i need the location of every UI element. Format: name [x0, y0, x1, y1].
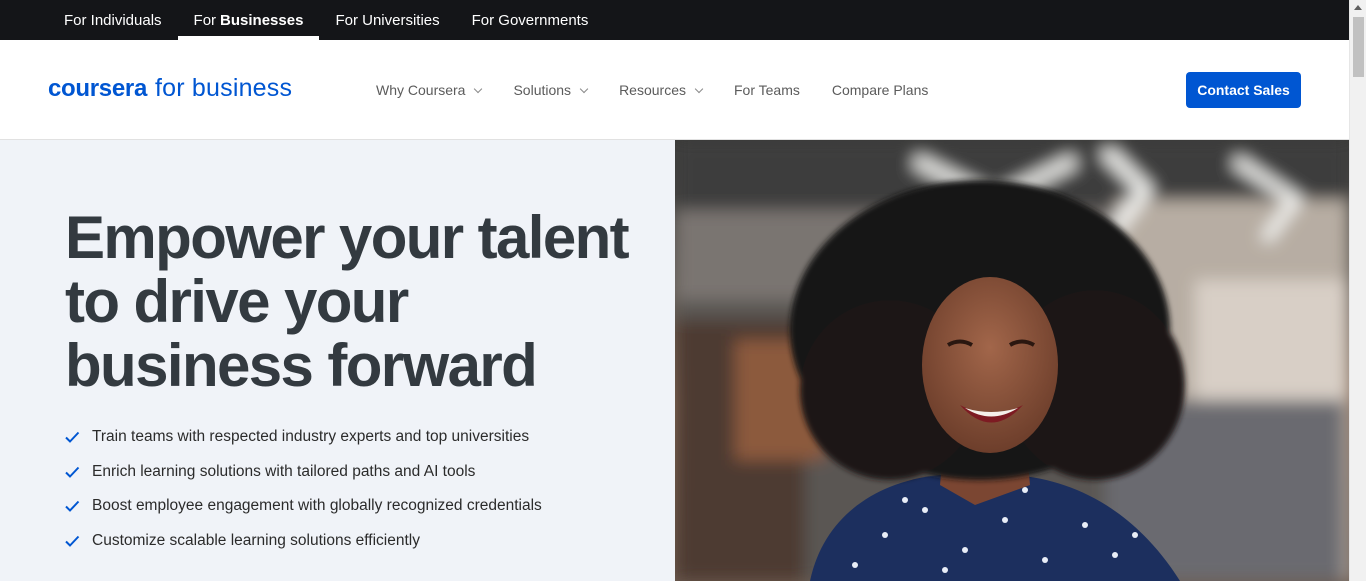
benefit-text: Boost employee engagement with globally … [92, 497, 542, 515]
hero-photo-illustration [675, 140, 1349, 581]
benefits-list: Train teams with respected industry expe… [64, 420, 542, 558]
tab-label: For Individuals [64, 11, 162, 29]
nav-solutions[interactable]: Solutions [513, 82, 589, 98]
main-nav: Why Coursera Solutions Resources For Tea… [376, 40, 960, 140]
hero-title: Empower your talent to drive your busine… [65, 206, 645, 398]
check-icon [65, 432, 80, 444]
nav-compare-plans[interactable]: Compare Plans [832, 82, 929, 98]
hero-title-line: to drive your [65, 268, 409, 335]
tab-for-governments[interactable]: For Governments [456, 0, 605, 40]
logo-brand: coursera [48, 75, 147, 102]
nav-for-teams[interactable]: For Teams [734, 82, 800, 98]
check-icon [65, 466, 80, 478]
chevron-down-icon [474, 84, 483, 93]
tab-for-universities[interactable]: For Universities [319, 0, 455, 40]
tab-label-bold: Businesses [220, 11, 304, 29]
benefit-item: Boost employee engagement with globally … [64, 489, 542, 524]
benefit-item: Enrich learning solutions with tailored … [64, 455, 542, 490]
hero-title-line: Empower your talent [65, 204, 630, 271]
nav-label: Why Coursera [376, 82, 466, 98]
nav-why-coursera[interactable]: Why Coursera [376, 82, 483, 98]
benefit-text: Customize scalable learning solutions ef… [92, 531, 420, 549]
nav-label: Solutions [513, 82, 572, 98]
tab-label-prefix: For [193, 11, 217, 29]
check-icon [65, 501, 80, 513]
nav-label: Resources [619, 82, 686, 98]
tab-label: For Universities [335, 11, 440, 29]
tab-label: For Governments [471, 11, 589, 29]
hero-title-line: business forward [65, 332, 538, 399]
nav-label: For Teams [733, 82, 800, 98]
audience-bar: For Individuals For Businesses For Unive… [0, 0, 1349, 40]
contact-sales-button[interactable]: Contact Sales [1186, 72, 1301, 108]
coursera-for-business-logo[interactable]: coursera for business [48, 74, 292, 103]
nav-label: Compare Plans [831, 82, 929, 98]
logo-suffix: for business [155, 74, 293, 102]
benefit-item: Customize scalable learning solutions ef… [64, 524, 542, 559]
nav-resources[interactable]: Resources [619, 82, 704, 98]
benefit-text: Train teams with respected industry expe… [92, 428, 530, 446]
chevron-down-icon [579, 84, 589, 93]
page-scrollbar[interactable] [1349, 0, 1366, 581]
hero-section: Empower your talent to drive your busine… [0, 140, 675, 581]
scroll-thumb[interactable] [1353, 17, 1364, 77]
hero-photo [675, 140, 1349, 581]
benefit-item: Train teams with respected industry expe… [64, 420, 542, 455]
check-icon [65, 535, 80, 547]
benefit-text: Enrich learning solutions with tailored … [92, 462, 476, 480]
tab-for-businesses[interactable]: For Businesses [177, 0, 320, 40]
scroll-up-arrow-icon[interactable] [1354, 5, 1362, 10]
site-header: coursera for business Why Coursera Solut… [0, 40, 1349, 140]
chevron-down-icon [694, 84, 704, 93]
tab-for-individuals[interactable]: For Individuals [48, 0, 178, 40]
